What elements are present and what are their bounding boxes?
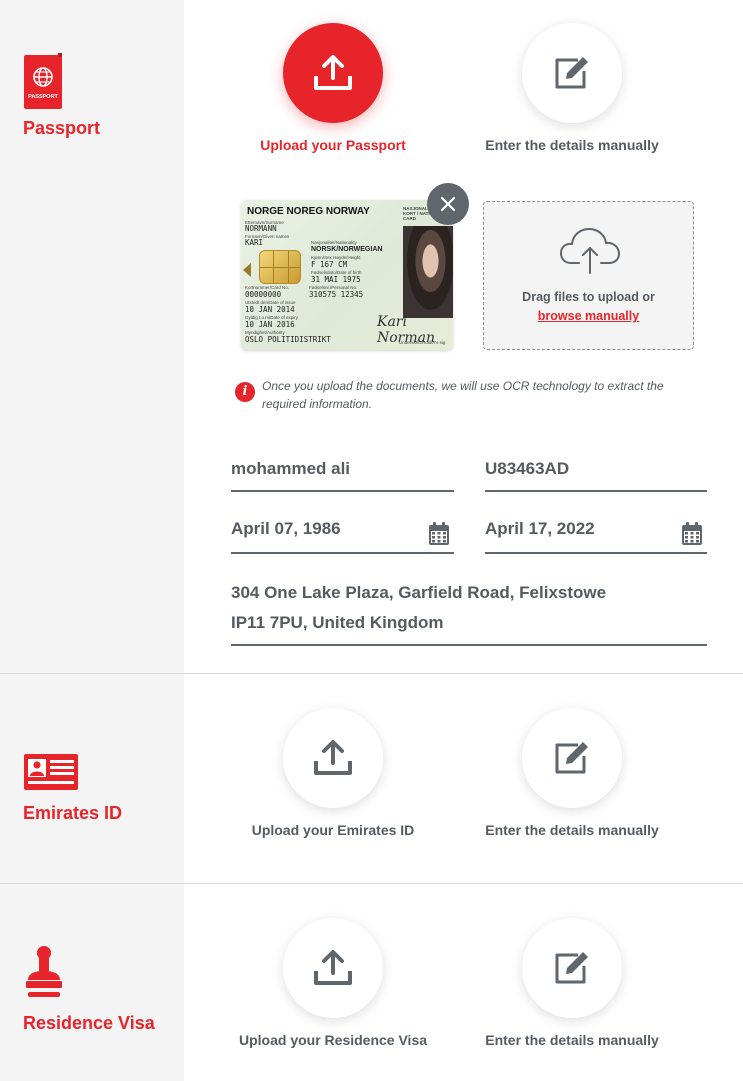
stamp-icon xyxy=(24,946,64,1005)
id-card-nationality-label: Nasjonalitet/Nationality xyxy=(311,240,357,245)
edit-icon xyxy=(555,57,588,89)
edit-icon xyxy=(555,742,588,774)
info-icon: i xyxy=(235,382,255,402)
address-field[interactable]: 304 One Lake Plaza, Garfield Road, Felix… xyxy=(231,578,707,646)
manual-residence-visa-button[interactable] xyxy=(522,918,622,1018)
calendar-icon[interactable] xyxy=(681,522,703,546)
emirates-id-label: Emirates ID xyxy=(23,803,123,823)
cloud-upload-icon xyxy=(560,228,620,274)
upload-passport-label[interactable]: Upload your Passport xyxy=(213,137,453,153)
upload-residence-visa-button[interactable] xyxy=(283,918,383,1018)
address-line-2[interactable]: IP11 7PU, United Kingdom xyxy=(231,608,707,638)
id-card-personal-no: 310575 12345 xyxy=(309,290,364,299)
id-card-header: NORGE NOREG NORWAY xyxy=(247,206,370,217)
manual-residence-visa-label[interactable]: Enter the details manually xyxy=(452,1032,692,1048)
id-card-expiry-date: 10 JAN 2016 xyxy=(245,320,295,329)
id-card-icon xyxy=(24,754,78,795)
manual-passport-label[interactable]: Enter the details manually xyxy=(452,137,692,153)
upload-emirates-id-label[interactable]: Upload your Emirates ID xyxy=(213,822,453,838)
browse-manually-link[interactable]: browse manually xyxy=(538,309,639,323)
passport-icon: PASSPORT xyxy=(24,53,64,114)
id-card-authority: OSLO POLITIDISTRIKT xyxy=(245,335,331,344)
close-icon xyxy=(440,196,456,212)
id-card-given: KARI xyxy=(245,238,264,247)
remove-upload-button[interactable] xyxy=(427,183,469,225)
dropzone-text: Drag files to upload or xyxy=(522,290,655,304)
name-field[interactable] xyxy=(231,459,454,492)
id-card-sex-height: F 167 CM xyxy=(311,260,348,269)
emirates-id-section: Emirates ID Upload your Emirates ID Ente… xyxy=(0,674,743,883)
upload-icon xyxy=(314,950,352,985)
id-card-dob: 31 MAI 1975 xyxy=(311,275,361,284)
id-card-signature-label: Underskrift/Holder's sig xyxy=(399,340,446,345)
ocr-info-text: Once you upload the documents, we will u… xyxy=(262,379,664,411)
upload-icon xyxy=(314,55,352,90)
passport-number-input[interactable] xyxy=(485,459,707,479)
residence-visa-label: Residence Visa xyxy=(23,1013,155,1033)
file-dropzone[interactable]: Drag files to upload or browse manually xyxy=(483,201,694,350)
address-line-1[interactable]: 304 One Lake Plaza, Garfield Road, Felix… xyxy=(231,578,707,608)
upload-emirates-id-button[interactable] xyxy=(283,708,383,808)
passport-label: Passport xyxy=(23,118,101,138)
svg-text:PASSPORT: PASSPORT xyxy=(28,94,58,100)
calendar-icon[interactable] xyxy=(428,522,450,546)
name-input[interactable] xyxy=(231,459,454,479)
id-card-surname: NORMANN xyxy=(245,224,277,233)
id-card-nationality: NORSK/NORWEGIAN xyxy=(311,246,383,253)
edit-icon xyxy=(555,952,588,984)
passport-number-field[interactable] xyxy=(485,459,707,492)
expiry-date-input[interactable] xyxy=(485,519,665,539)
uploaded-id-card-preview: NORGE NOREG NORWAY NASJONALT ID-KORT / N… xyxy=(241,200,453,350)
upload-icon xyxy=(314,740,352,775)
id-card-number: 00000000 xyxy=(245,290,282,299)
expiry-date-field[interactable] xyxy=(485,519,707,554)
issue-date-field[interactable] xyxy=(231,519,454,554)
id-card-photo xyxy=(403,226,453,318)
residence-visa-section: Residence Visa Upload your Residence Vis… xyxy=(0,884,743,1081)
passport-section: PASSPORT Passport Upload your Passport E… xyxy=(0,0,743,673)
id-card-issue-date: 10 JAN 2014 xyxy=(245,305,295,314)
issue-date-input[interactable] xyxy=(231,519,411,539)
id-card-marker xyxy=(243,263,251,277)
id-card-chip xyxy=(259,250,301,284)
manual-emirates-id-button[interactable] xyxy=(522,708,622,808)
manual-emirates-id-label[interactable]: Enter the details manually xyxy=(452,822,692,838)
browse-link-wrapper: browse manually xyxy=(484,309,693,323)
manual-passport-button[interactable] xyxy=(522,23,622,123)
upload-passport-button[interactable] xyxy=(283,23,383,123)
upload-residence-visa-label[interactable]: Upload your Residence Visa xyxy=(213,1032,453,1048)
